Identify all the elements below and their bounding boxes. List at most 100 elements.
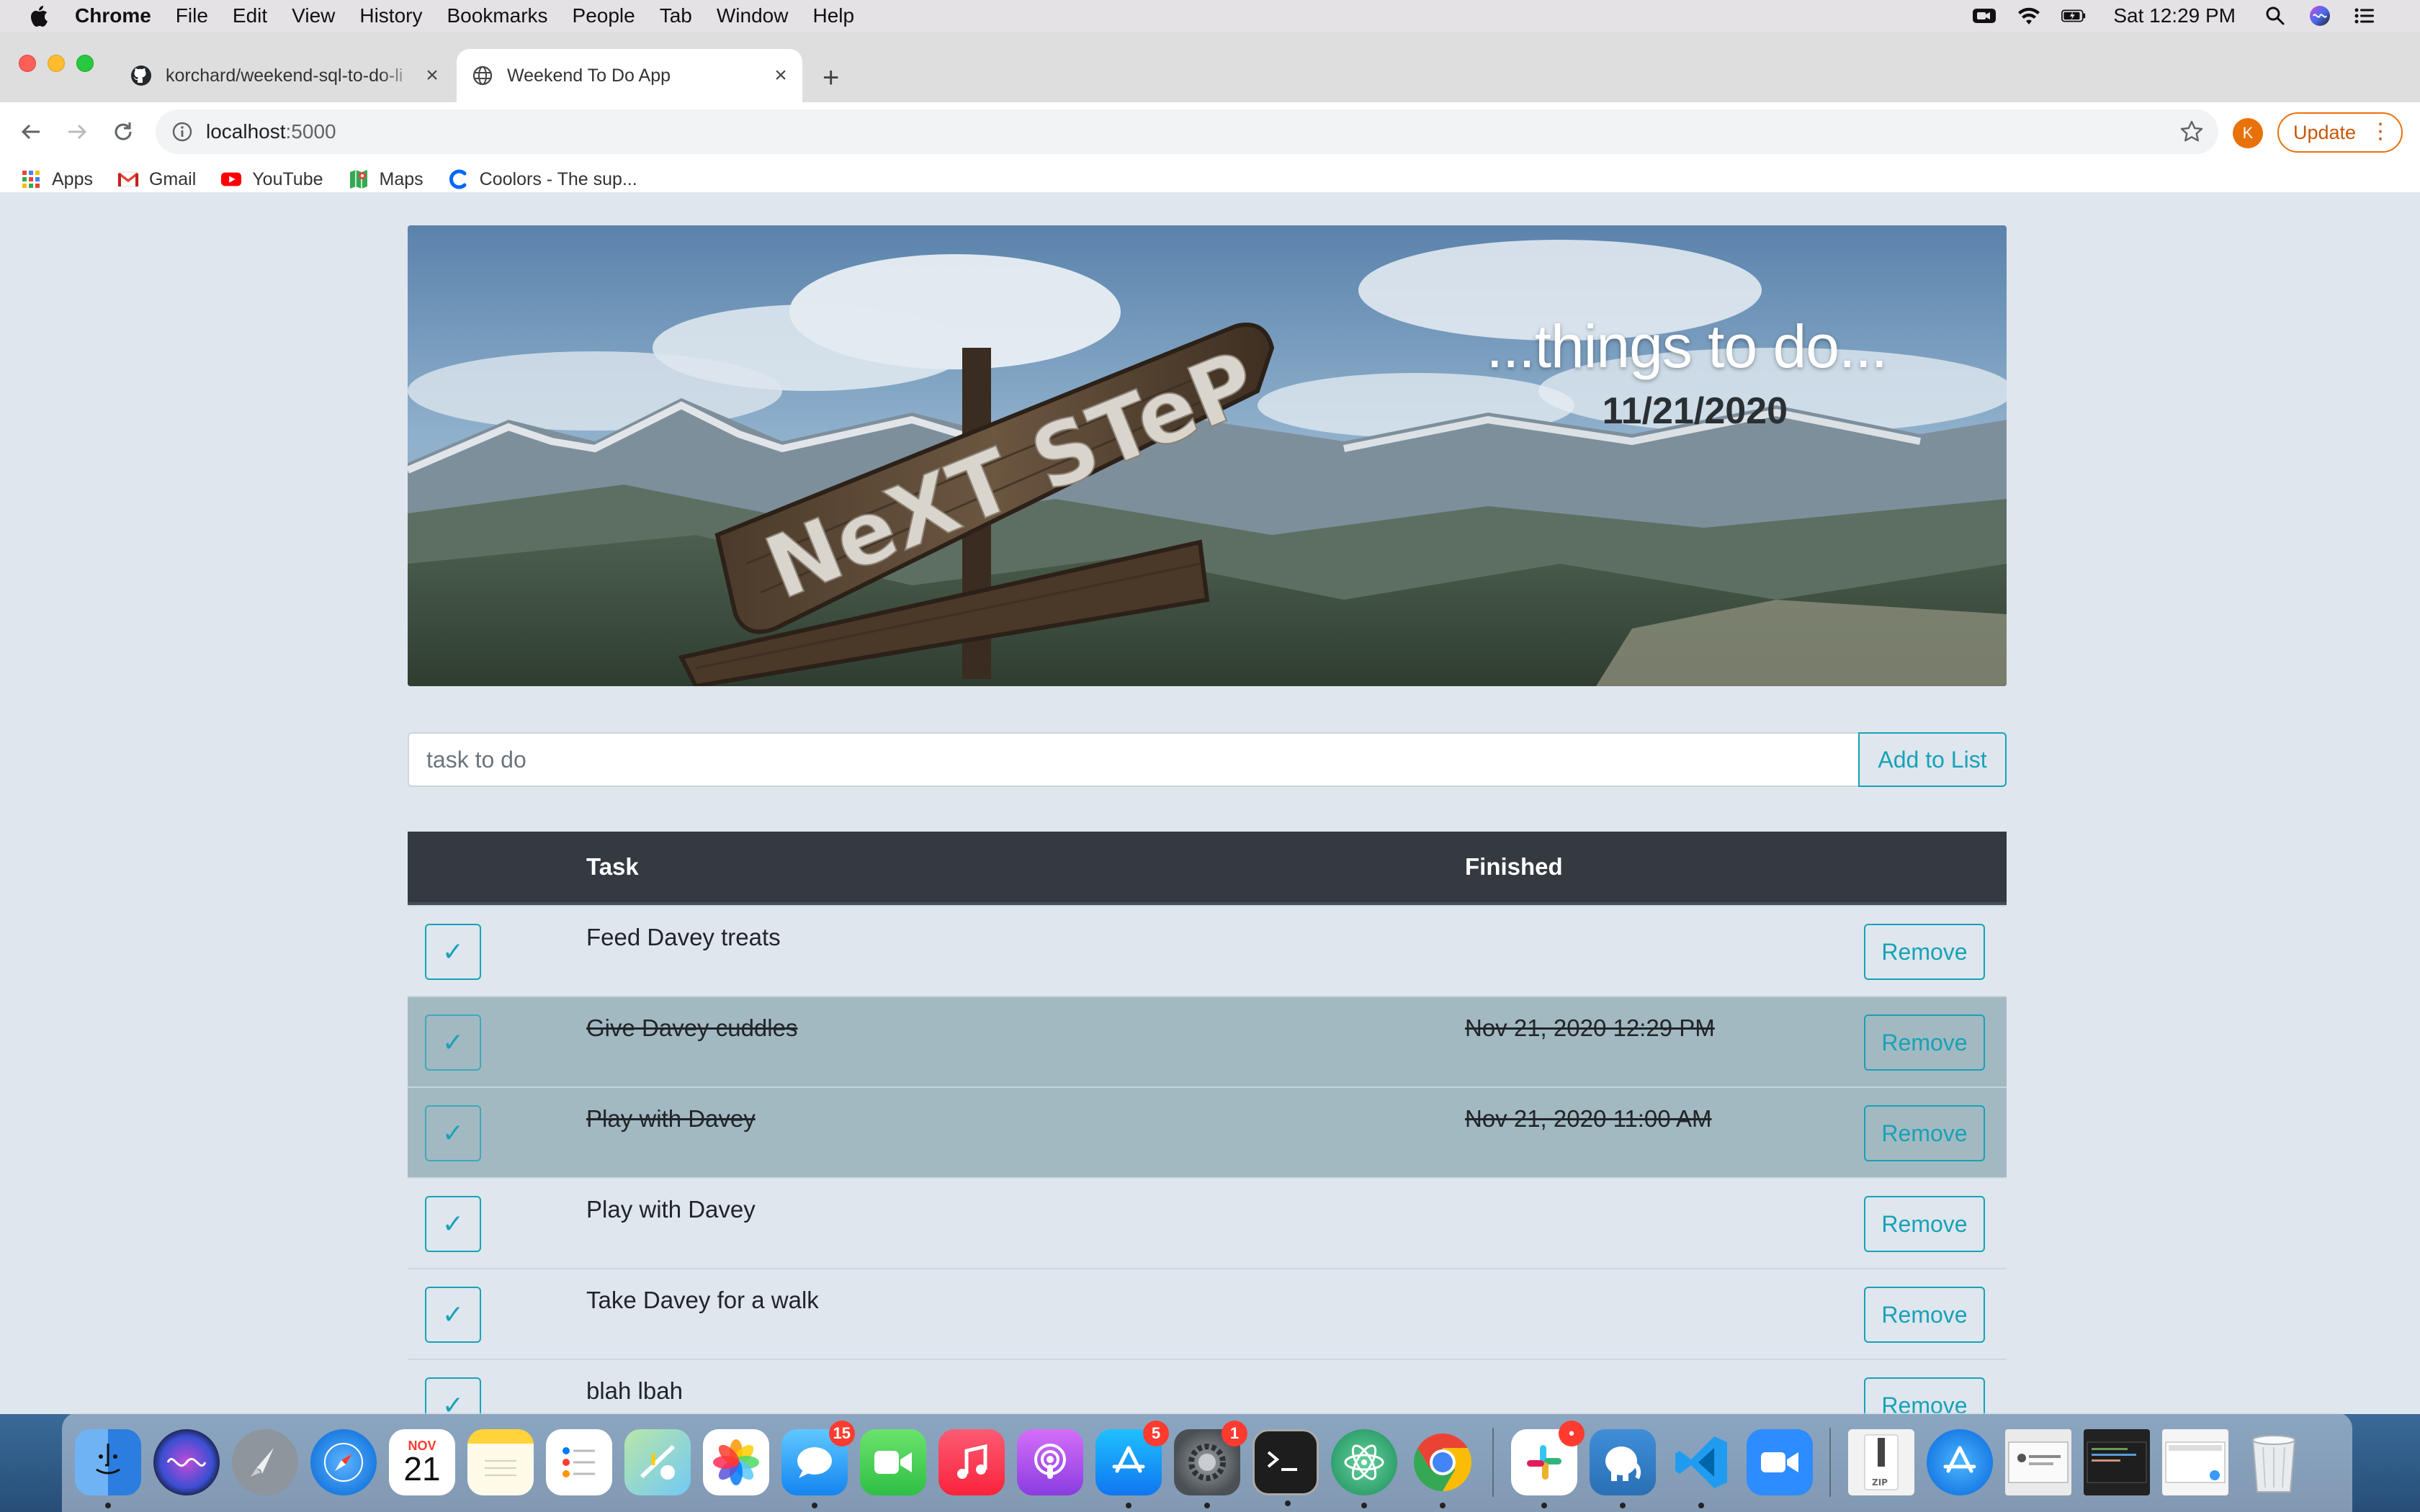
bookmark-maps[interactable]: Maps bbox=[348, 168, 424, 190]
header-task: Task bbox=[586, 853, 639, 880]
tab-weekend-todo[interactable]: Weekend To Do App × bbox=[457, 49, 802, 102]
facetime-app-icon[interactable] bbox=[860, 1429, 926, 1495]
archive-zip-icon[interactable]: ZIP bbox=[1848, 1429, 1914, 1495]
new-tab-button[interactable]: + bbox=[823, 63, 839, 92]
add-to-list-button[interactable]: Add to List bbox=[1858, 732, 2007, 787]
menu-bookmarks[interactable]: Bookmarks bbox=[447, 4, 547, 27]
task-text: Play with Davey bbox=[586, 1105, 756, 1132]
podcasts-icon[interactable] bbox=[1017, 1429, 1083, 1495]
menu-app-name[interactable]: Chrome bbox=[75, 4, 151, 27]
complete-checkbox-button[interactable]: ✓ bbox=[425, 1014, 481, 1071]
app-store-icon[interactable]: 5 bbox=[1095, 1421, 1169, 1508]
battery-icon[interactable] bbox=[2061, 6, 2086, 26]
complete-checkbox-button[interactable]: ✓ bbox=[425, 1196, 481, 1252]
bookmark-youtube[interactable]: YouTube bbox=[220, 168, 323, 190]
menu-history[interactable]: History bbox=[359, 4, 422, 27]
menu-people[interactable]: People bbox=[573, 4, 635, 27]
menu-view[interactable]: View bbox=[292, 4, 335, 27]
remove-button[interactable]: Remove bbox=[1864, 1377, 1985, 1414]
chrome-menu-icon[interactable]: ⋮ bbox=[2370, 121, 2391, 143]
minimize-window-button[interactable] bbox=[48, 55, 65, 72]
address-bar[interactable]: localhost:5000 bbox=[156, 109, 2218, 154]
notes-icon[interactable] bbox=[467, 1429, 534, 1495]
tab-close-icon[interactable]: × bbox=[766, 63, 795, 88]
task-input[interactable] bbox=[408, 732, 1858, 787]
screenshot-thumbnail-icon[interactable] bbox=[2162, 1429, 2228, 1495]
back-arrow-icon[interactable] bbox=[14, 115, 48, 148]
safari-icon[interactable] bbox=[310, 1429, 377, 1495]
apple-menu-icon[interactable] bbox=[29, 4, 50, 27]
atom-icon[interactable] bbox=[1331, 1429, 1397, 1508]
tab-strip: korchard/weekend-sql-to-do-li × Weekend … bbox=[0, 32, 2420, 102]
site-info-icon[interactable] bbox=[171, 121, 193, 143]
url-host: localhost bbox=[206, 120, 286, 143]
photos-icon[interactable] bbox=[703, 1429, 769, 1495]
siri-icon[interactable] bbox=[153, 1429, 220, 1495]
downloads-stack-icon[interactable] bbox=[1927, 1429, 1993, 1495]
wifi-icon[interactable] bbox=[2017, 6, 2041, 26]
hero-banner: NeXT STeP ...things to do... 11/21/2020 bbox=[408, 225, 2007, 686]
screenshot-thumbnail-icon[interactable] bbox=[2005, 1429, 2071, 1495]
slack-icon[interactable]: • bbox=[1511, 1421, 1585, 1508]
music-icon[interactable] bbox=[938, 1429, 1005, 1495]
menu-file[interactable]: File bbox=[176, 4, 208, 27]
running-indicator bbox=[1126, 1503, 1131, 1508]
close-window-button[interactable] bbox=[19, 55, 36, 72]
screenshot-thumbnail-icon[interactable] bbox=[2084, 1429, 2150, 1495]
bookmark-star-icon[interactable] bbox=[2179, 120, 2204, 144]
table-row: ✓ Take Davey for a walk Remove bbox=[408, 1268, 2007, 1359]
hero-background-image: NeXT STeP bbox=[408, 225, 2007, 686]
svg-text:ZIP: ZIP bbox=[1872, 1477, 1888, 1488]
complete-checkbox-button[interactable]: ✓ bbox=[425, 924, 481, 980]
spotlight-icon[interactable] bbox=[2263, 6, 2287, 26]
trash-icon[interactable] bbox=[2241, 1429, 2307, 1495]
github-icon bbox=[130, 64, 153, 87]
system-preferences-icon[interactable]: 1 bbox=[1174, 1421, 1247, 1508]
reminders-icon[interactable] bbox=[546, 1429, 612, 1495]
table-header: Task Finished bbox=[408, 832, 2007, 905]
messages-icon[interactable]: 15 bbox=[781, 1421, 855, 1508]
complete-checkbox-button[interactable]: ✓ bbox=[425, 1377, 481, 1414]
maps-app-icon[interactable] bbox=[624, 1429, 691, 1495]
control-center-icon[interactable] bbox=[2352, 6, 2377, 26]
menu-window[interactable]: Window bbox=[717, 4, 789, 27]
tab-github[interactable]: korchard/weekend-sql-to-do-li × bbox=[115, 49, 454, 102]
running-indicator bbox=[105, 1503, 111, 1508]
bookmark-gmail[interactable]: Gmail bbox=[117, 168, 196, 190]
finder-icon[interactable] bbox=[75, 1429, 141, 1508]
url-text[interactable]: localhost:5000 bbox=[206, 120, 336, 143]
vscode-icon[interactable] bbox=[1668, 1429, 1734, 1508]
remove-button[interactable]: Remove bbox=[1864, 1196, 1985, 1252]
remove-button[interactable]: Remove bbox=[1864, 924, 1985, 980]
menu-help[interactable]: Help bbox=[812, 4, 854, 27]
zoom-icon[interactable] bbox=[1747, 1429, 1813, 1495]
complete-checkbox-button[interactable]: ✓ bbox=[425, 1105, 481, 1161]
profile-avatar[interactable]: K bbox=[2233, 118, 2263, 148]
menu-edit[interactable]: Edit bbox=[233, 4, 267, 27]
reload-icon[interactable] bbox=[107, 115, 140, 148]
launchpad-icon[interactable] bbox=[232, 1429, 298, 1495]
forward-arrow-icon[interactable] bbox=[60, 115, 94, 148]
bookmark-coolors[interactable]: Coolors - The sup... bbox=[448, 168, 637, 190]
menu-clock[interactable]: Sat 12:29 PM bbox=[2113, 4, 2236, 27]
bookmark-label: YouTube bbox=[252, 168, 323, 189]
menu-tab[interactable]: Tab bbox=[660, 4, 692, 27]
task-table: Task Finished ✓ Feed Davey treats Remove… bbox=[408, 832, 2007, 1414]
tab-close-icon[interactable]: × bbox=[418, 63, 447, 88]
finished-time: Nov 21, 2020 11:00 AM bbox=[1465, 1105, 1712, 1132]
facetime-icon[interactable] bbox=[1972, 6, 1996, 26]
postico-elephant-icon[interactable] bbox=[1590, 1429, 1656, 1508]
remove-button[interactable]: Remove bbox=[1864, 1014, 1985, 1071]
remove-button[interactable]: Remove bbox=[1864, 1287, 1985, 1343]
remove-button[interactable]: Remove bbox=[1864, 1105, 1985, 1161]
complete-checkbox-button[interactable]: ✓ bbox=[425, 1287, 481, 1343]
bookmark-apps[interactable]: Apps bbox=[20, 168, 93, 190]
chrome-icon[interactable] bbox=[1410, 1429, 1476, 1508]
calendar-icon[interactable]: NOV 21 bbox=[389, 1429, 455, 1495]
fullscreen-window-button[interactable] bbox=[76, 55, 94, 72]
table-row: ✓ Play with Davey Nov 21, 2020 11:00 AM … bbox=[408, 1086, 2007, 1177]
terminal-icon[interactable] bbox=[1252, 1429, 1319, 1506]
siri-icon[interactable] bbox=[2308, 6, 2332, 26]
running-indicator bbox=[1204, 1503, 1210, 1508]
update-button[interactable]: Update ⋮ bbox=[2277, 112, 2403, 153]
